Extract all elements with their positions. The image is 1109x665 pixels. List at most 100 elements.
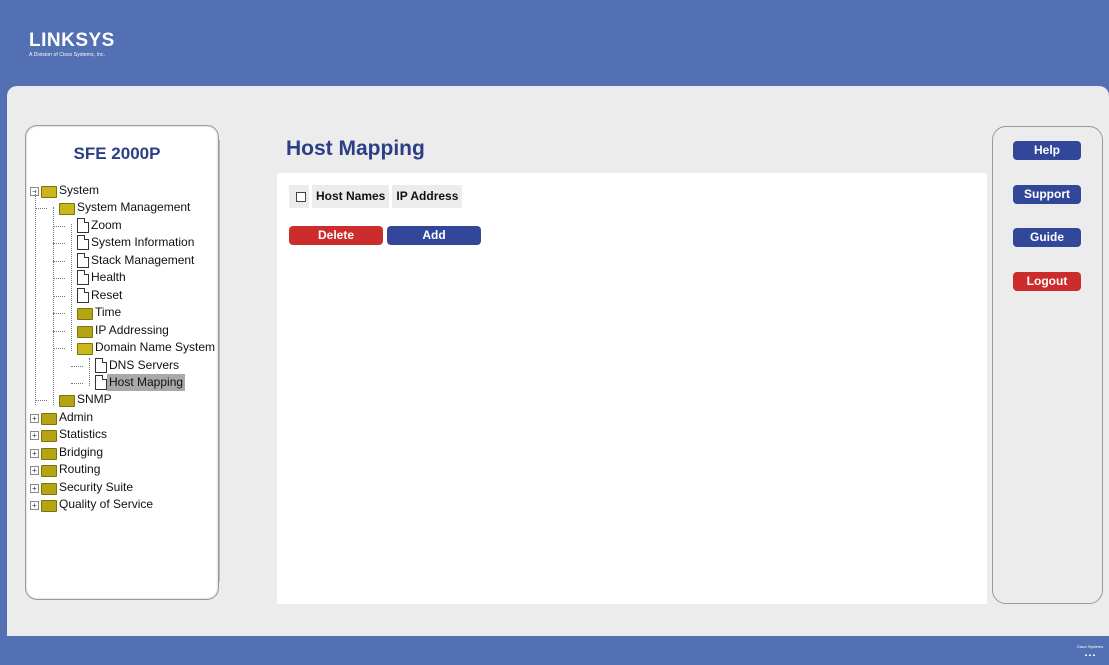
tree-item-label: System Information: [91, 235, 195, 250]
host-mapping-table-header: Host Names IP Address: [289, 185, 463, 208]
footer-bar: [0, 636, 1109, 665]
tree-item-label: DNS Servers: [109, 357, 180, 372]
folder-icon: [41, 447, 57, 460]
help-button[interactable]: Help: [1013, 141, 1081, 160]
page-title: Host Mapping: [286, 137, 425, 160]
support-button[interactable]: Support: [1013, 185, 1081, 204]
tree-item-reset[interactable]: Reset: [77, 287, 124, 304]
tree-connector: [35, 208, 47, 210]
tree-item-label: Quality of Service: [59, 497, 154, 512]
logout-button[interactable]: Logout: [1013, 272, 1081, 291]
device-model-title: SFE 2000P: [73, 144, 161, 163]
tree-item-label: Routing: [59, 462, 101, 477]
expand-icon[interactable]: +: [30, 413, 39, 423]
add-button[interactable]: Add: [387, 226, 481, 245]
folder-icon: [77, 325, 93, 338]
tree-item-routing[interactable]: + Routing: [30, 461, 102, 478]
tree-item-snmp[interactable]: SNMP: [59, 391, 114, 408]
content-panel: [277, 173, 987, 604]
column-host-names: Host Names: [312, 185, 390, 208]
tree-item-label: Time: [95, 305, 122, 320]
tree-item-label: Host Mapping: [107, 373, 186, 391]
tree-item-label: Admin: [59, 409, 94, 424]
folder-icon: [41, 465, 57, 478]
page-icon: [77, 217, 89, 233]
tree-connector: [53, 348, 65, 350]
tree-guide-line: [53, 207, 54, 405]
tree-connector: [53, 260, 65, 262]
tree-item-dns-servers[interactable]: DNS Servers: [95, 357, 181, 374]
tree-guide-line: [71, 224, 72, 351]
folder-icon: [41, 430, 57, 443]
tree-item-label: Bridging: [59, 444, 104, 459]
expand-icon[interactable]: +: [30, 501, 39, 511]
tree-item-bridging[interactable]: + Bridging: [30, 444, 105, 461]
folder-open-icon: [59, 203, 75, 216]
tree-connector: [71, 382, 83, 384]
tree-connector: [53, 278, 65, 280]
tree-connector: [53, 295, 65, 297]
tree-item-label: IP Addressing: [95, 322, 169, 337]
tree-item-domain-name-system[interactable]: Domain Name System: [77, 339, 217, 356]
select-all-header: [289, 185, 309, 208]
folder-open-icon: [41, 186, 57, 198]
logo-wordmark: LINKSYS: [29, 30, 115, 51]
tree-item-time[interactable]: Time: [77, 304, 123, 321]
nav-scrollbar[interactable]: [219, 140, 220, 582]
tree-item-label: Reset: [91, 287, 123, 302]
folder-icon: [41, 482, 57, 495]
tree-item-admin[interactable]: + Admin: [30, 409, 95, 426]
tree-guide-line: [35, 190, 36, 405]
tree-connector: [53, 225, 65, 227]
header-banner: LINKSYS A Division of Cisco Systems, Inc…: [0, 0, 1109, 88]
tree-item-label: Zoom: [91, 217, 122, 232]
tree-guide-line: [89, 358, 90, 386]
tree-item-label: System Management: [77, 200, 191, 215]
tree-item-health[interactable]: Health: [77, 269, 128, 286]
tree-item-ip-addressing[interactable]: IP Addressing: [77, 322, 171, 339]
cisco-logo-text: Cisco Systems: [1076, 644, 1104, 649]
page-icon: [77, 287, 89, 303]
tree-item-label: Statistics: [59, 427, 108, 442]
tree-item-label: Health: [91, 270, 126, 285]
tree-item-label: Domain Name System: [95, 340, 216, 355]
tree-item-label: Security Suite: [59, 479, 134, 494]
linksys-logo: LINKSYS A Division of Cisco Systems, Inc…: [29, 31, 115, 59]
tree-item-quality-of-service[interactable]: + Quality of Service: [30, 496, 155, 513]
tree-item-label: Stack Management: [91, 252, 195, 267]
logo-subtext: A Division of Cisco Systems, Inc.: [29, 52, 106, 58]
column-ip-address: IP Address: [392, 185, 463, 208]
page-icon: [77, 270, 89, 286]
tree-item-zoom[interactable]: Zoom: [77, 217, 124, 234]
guide-button[interactable]: Guide: [1013, 228, 1081, 247]
tree-item-host-mapping[interactable]: Host Mapping: [95, 373, 186, 391]
tree-connector: [53, 330, 65, 332]
page-icon: [77, 252, 89, 268]
tree-item-system-information[interactable]: System Information: [77, 234, 196, 251]
tree-item-security-suite[interactable]: + Security Suite: [30, 479, 135, 496]
tree-item-statistics[interactable]: + Statistics: [30, 426, 109, 443]
cisco-bars-icon: ▲▲▲: [1084, 652, 1096, 657]
folder-icon: [59, 395, 75, 408]
tree-item-label: SNMP: [77, 392, 112, 407]
tree-item-system[interactable]: − System: [30, 182, 101, 199]
select-all-checkbox[interactable]: [296, 192, 306, 202]
tree-connector: [53, 313, 65, 315]
page-icon: [95, 374, 107, 390]
expand-icon[interactable]: +: [30, 466, 39, 476]
tree-connector: [53, 243, 65, 245]
folder-icon: [41, 500, 57, 513]
folder-icon: [41, 412, 57, 425]
delete-button[interactable]: Delete: [289, 226, 383, 245]
tree-item-system-management[interactable]: System Management: [59, 199, 192, 216]
expand-icon[interactable]: +: [30, 431, 39, 441]
tree-item-stack-management[interactable]: Stack Management: [77, 252, 196, 269]
expand-icon[interactable]: +: [30, 448, 39, 458]
page-icon: [77, 235, 89, 251]
expand-icon[interactable]: +: [30, 483, 39, 493]
tree-connector: [71, 365, 83, 367]
page-icon: [95, 357, 107, 373]
folder-icon: [77, 308, 93, 321]
cisco-logo: Cisco Systems ▲▲▲: [1075, 644, 1105, 660]
tree-connector: [35, 400, 47, 402]
